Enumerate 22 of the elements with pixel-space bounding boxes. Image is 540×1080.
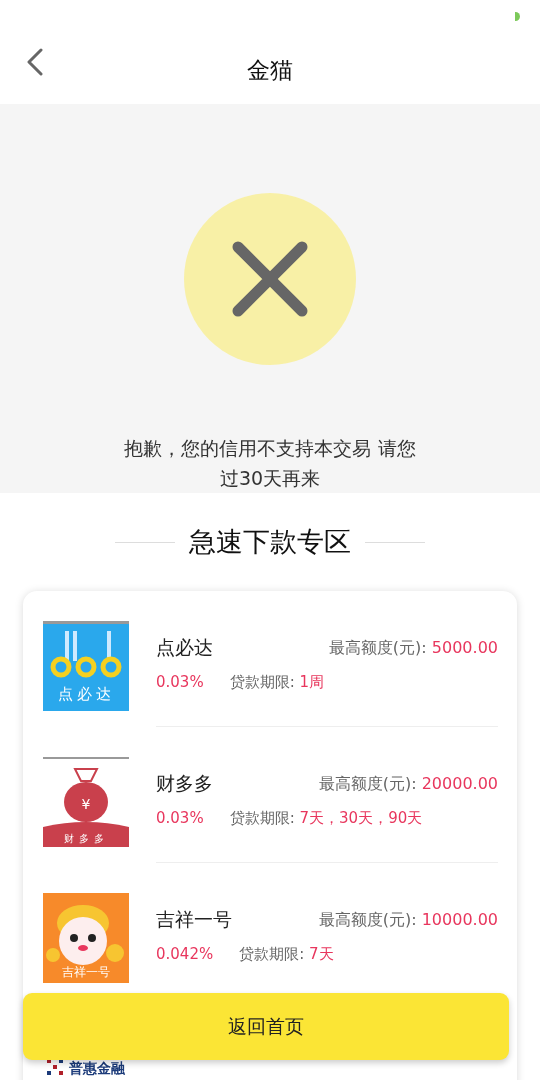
battery-icon xyxy=(515,11,520,21)
home-button[interactable]: 返回首页 xyxy=(23,993,509,1060)
product-name[interactable]: 财多多 xyxy=(156,771,213,797)
loan-term: 贷款期限: 7天 xyxy=(239,945,334,964)
loan-term: 贷款期限: 1周 xyxy=(229,673,325,692)
product-name[interactable]: 点必达 xyxy=(156,635,213,661)
max-amount: 最高额度(元): 5000.00 xyxy=(328,637,498,659)
max-amount: 最高额度(元): 10000.00 xyxy=(318,909,498,931)
max-amount: 最高额度(元): 20000.00 xyxy=(318,773,498,795)
app-logo: 点必达 xyxy=(43,621,129,711)
back-icon[interactable] xyxy=(26,48,44,76)
product-name[interactable]: 吉祥一号 xyxy=(156,907,232,933)
app-logo: ¥ 财多多 xyxy=(43,757,129,847)
section-title: 急速下款专区 xyxy=(189,525,351,559)
interest-rate: 0.03% xyxy=(156,673,204,692)
page-title: 金猫 xyxy=(247,55,293,85)
app-logo: 吉祥一号 xyxy=(43,893,129,983)
interest-rate: 0.042% xyxy=(156,945,214,964)
interest-rate: 0.03% xyxy=(156,809,204,828)
loan-term: 贷款期限: 7天，30天，90天 xyxy=(229,809,423,828)
error-message: 抱歉，您的信用不支持本交易 请您过30天再来 xyxy=(123,436,417,491)
close-icon xyxy=(232,241,308,317)
